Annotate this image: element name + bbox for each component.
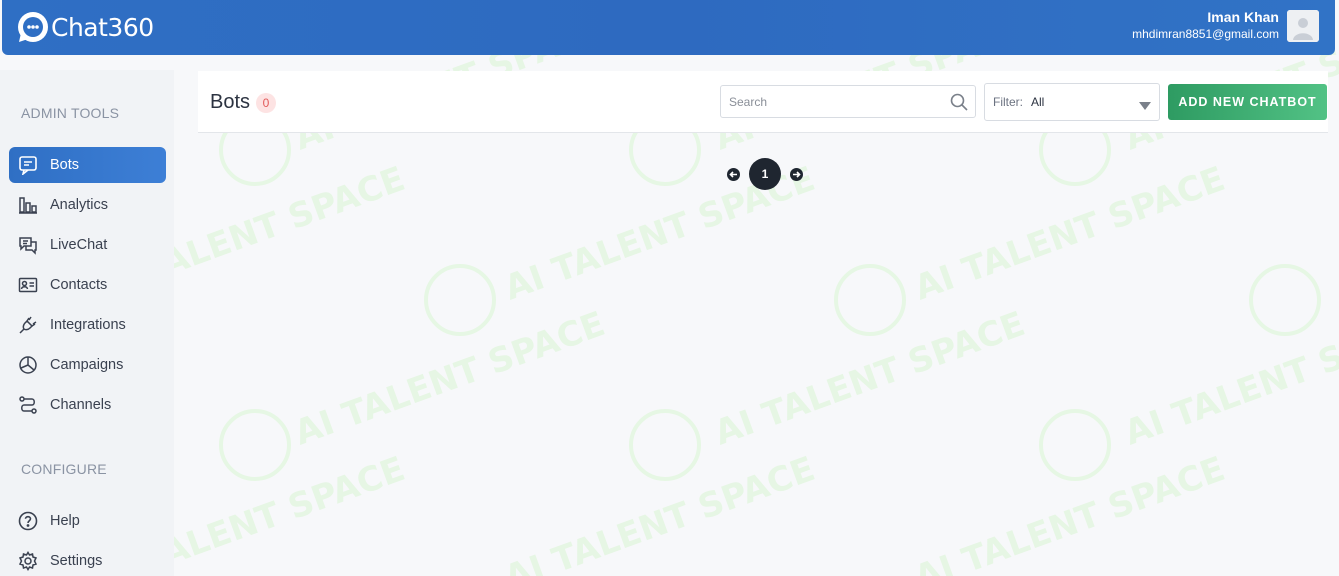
sidebar-item-label: Help <box>50 513 80 529</box>
sidebar-item-integrations[interactable]: Integrations <box>9 307 166 343</box>
channels-icon <box>18 395 38 415</box>
logo-text: Chat360 <box>51 12 154 42</box>
add-new-chatbot-button[interactable]: ADD NEW CHATBOT <box>1168 84 1327 120</box>
prev-page-icon[interactable] <box>727 167 740 181</box>
search-input[interactable] <box>721 86 931 117</box>
search-icon[interactable] <box>950 93 968 116</box>
svg-text:AI TALENT SPACE: AI TALENT SPACE <box>499 449 820 576</box>
svg-text:AI TALENT SPACE: AI TALENT SPACE <box>909 159 1230 308</box>
filter-select[interactable]: Filter: All <box>984 83 1160 121</box>
next-page-icon[interactable] <box>790 167 803 181</box>
bots-count-badge: 0 <box>256 93 276 113</box>
search-box[interactable] <box>720 85 976 118</box>
page-title: Bots <box>210 91 251 113</box>
sidebar-item-livechat[interactable]: LiveChat <box>9 227 166 263</box>
sidebar-item-campaigns[interactable]: Campaigns <box>9 347 166 383</box>
filter-label: Filter: <box>993 95 1023 109</box>
filter-value: All <box>1031 95 1045 109</box>
sidebar-item-label: Contacts <box>50 277 108 293</box>
sidebar-item-label: Channels <box>50 397 112 413</box>
sidebar-item-contacts[interactable]: Contacts <box>9 267 166 303</box>
plug-icon <box>18 315 38 335</box>
configure-title: CONFIGURE <box>21 461 107 477</box>
sidebar-item-label: Analytics <box>50 197 109 213</box>
sidebar-item-channels[interactable]: Channels <box>9 387 166 423</box>
pagination: 1 <box>727 158 803 190</box>
sidebar-item-label: Settings <box>50 553 103 569</box>
bots-toolbar: Bots 0 Filter: All ADD NEW CHATBOT <box>198 71 1328 133</box>
user-info[interactable]: Iman Khan mhdimran8851@gmail.com <box>1132 9 1279 43</box>
chat-bubble-logo-icon <box>17 11 49 43</box>
svg-text:AI TALENT SPACE: AI TALENT SPACE <box>909 449 1230 576</box>
avatar[interactable] <box>1287 10 1319 42</box>
sidebar-item-bots[interactable]: Bots <box>9 147 166 183</box>
svg-text:AI TALENT SPACE: AI TALENT SPACE <box>289 304 610 453</box>
sidebar-item-label: Campaigns <box>50 357 124 373</box>
livechat-icon <box>18 235 38 255</box>
admin-tools-title: ADMIN TOOLS <box>21 105 120 121</box>
pie-chart-icon <box>18 355 38 375</box>
sidebar: ADMIN TOOLS Bots Analytics LiveChat Cont… <box>0 70 174 576</box>
page-number-button[interactable]: 1 <box>749 158 781 190</box>
bar-chart-icon <box>18 195 38 215</box>
sidebar-item-settings[interactable]: Settings <box>9 543 166 576</box>
app-logo[interactable]: Chat360 <box>17 10 154 44</box>
gear-icon <box>18 551 38 571</box>
user-avatar-icon <box>1287 10 1319 42</box>
caret-down-icon <box>1139 99 1151 113</box>
sidebar-item-analytics[interactable]: Analytics <box>9 187 166 223</box>
svg-text:AI TALENT SPACE: AI TALENT SPACE <box>709 304 1030 453</box>
sidebar-item-label: LiveChat <box>50 237 108 253</box>
user-email: mhdimran8851@gmail.com <box>1132 27 1279 41</box>
help-icon <box>18 511 38 531</box>
bot-chat-icon <box>18 155 38 175</box>
svg-text:AI TALENT SPACE: AI TALENT SPACE <box>1119 304 1339 453</box>
user-name: Iman Khan <box>1207 9 1279 25</box>
sidebar-item-label: Integrations <box>50 317 126 333</box>
sidebar-item-label: Bots <box>50 157 80 173</box>
top-header: Chat360 Iman Khan mhdimran8851@gmail.com <box>2 0 1335 55</box>
contact-card-icon <box>18 275 38 295</box>
sidebar-item-help[interactable]: Help <box>9 503 166 539</box>
